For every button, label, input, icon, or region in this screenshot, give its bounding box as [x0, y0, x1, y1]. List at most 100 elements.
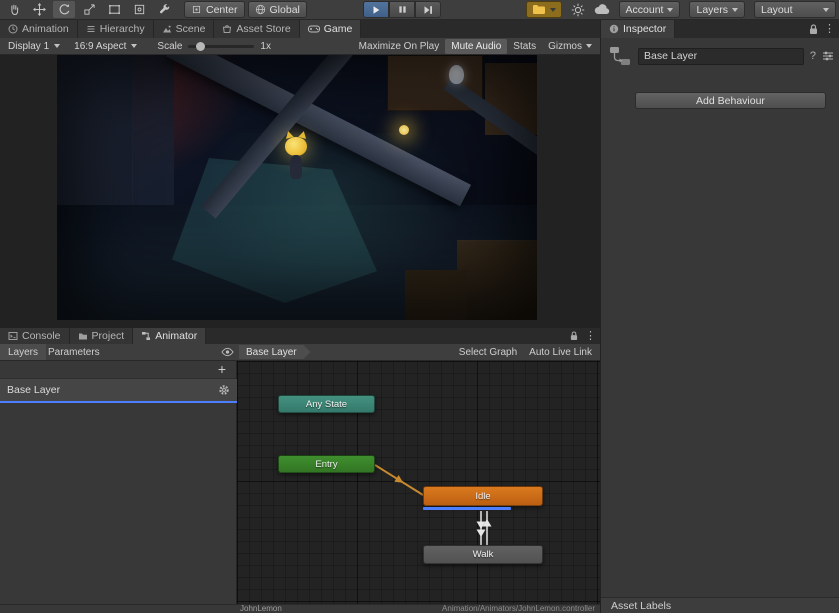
- presets-icon[interactable]: [822, 50, 834, 62]
- visibility-toggle[interactable]: [221, 347, 234, 357]
- scale-label: Scale: [157, 41, 182, 52]
- breadcrumb-label: Base Layer: [246, 347, 297, 358]
- layout-dropdown[interactable]: Layout: [754, 1, 836, 18]
- state-node-any-state-label: Any State: [306, 399, 347, 410]
- lock-icon[interactable]: [809, 24, 818, 35]
- mute-audio-button[interactable]: Mute Audio: [445, 39, 507, 54]
- help-icon[interactable]: ?: [810, 50, 816, 62]
- hand-tool-icon[interactable]: [3, 1, 25, 18]
- add-layer-button[interactable]: +: [214, 361, 230, 377]
- tab-asset-store-label: Asset Store: [236, 23, 290, 35]
- state-node-walk[interactable]: Walk: [423, 545, 543, 564]
- maximize-on-play-button[interactable]: Maximize On Play: [353, 39, 446, 54]
- account-dropdown[interactable]: Account: [619, 1, 681, 18]
- layers-pane-header: +: [0, 361, 236, 379]
- pivot-center-label: Center: [206, 4, 238, 16]
- global-local-button[interactable]: Global: [248, 1, 307, 18]
- layers-dropdown[interactable]: Layers: [689, 1, 745, 18]
- folder-icon: [78, 331, 88, 341]
- play-button[interactable]: [363, 1, 389, 18]
- pause-button[interactable]: [389, 1, 415, 18]
- gizmos-dropdown[interactable]: Gizmos: [542, 39, 598, 54]
- game-toolbar-left: Display 1 16:9 Aspect Scale 1x: [2, 38, 271, 54]
- scale-slider[interactable]: [188, 45, 254, 48]
- asset-labels-header[interactable]: Asset Labels: [601, 597, 839, 613]
- rect-tool-icon[interactable]: [103, 1, 125, 18]
- state-node-any-state[interactable]: Any State: [278, 395, 375, 413]
- inspector-panel: ? Add Behaviour Asset Labels: [600, 38, 839, 613]
- scene-crate: [457, 240, 537, 320]
- context-menu-icon[interactable]: ⋮: [824, 23, 835, 35]
- add-behaviour-label: Add Behaviour: [696, 95, 765, 107]
- step-button[interactable]: [415, 1, 441, 18]
- globe-icon: [255, 4, 266, 15]
- custom-tool-icon[interactable]: [153, 1, 175, 18]
- auto-live-link-label: Auto Live Link: [529, 347, 592, 358]
- progressive-lightmap-icon[interactable]: [571, 3, 585, 17]
- gizmos-label: Gizmos: [548, 41, 582, 52]
- layer-row-base-layer[interactable]: Base Layer: [0, 379, 237, 403]
- left-tab-strip: Animation Hierarchy Scene Asset Store Ga…: [0, 20, 600, 38]
- tab-hierarchy-label: Hierarchy: [100, 23, 145, 35]
- scale-tool-icon[interactable]: [78, 1, 100, 18]
- pivot-center-button[interactable]: Center: [184, 1, 245, 18]
- animator-lock-icon[interactable]: [570, 331, 578, 341]
- stats-button[interactable]: Stats: [507, 39, 542, 54]
- animator-parameters-tab[interactable]: Parameters: [40, 344, 108, 360]
- aspect-dropdown[interactable]: 16:9 Aspect: [68, 38, 143, 54]
- collab-caret-icon: [550, 8, 556, 12]
- breadcrumb[interactable]: Base Layer: [239, 345, 311, 359]
- scene-ghost: [449, 65, 464, 84]
- transform-tool-icon[interactable]: [128, 1, 150, 18]
- game-toolbar-right: Maximize On Play Mute Audio Stats Gizmos: [353, 38, 598, 54]
- scene-icon: [162, 24, 172, 34]
- scale-slider-knob[interactable]: [196, 42, 205, 51]
- collab-button[interactable]: [526, 1, 562, 18]
- tab-console[interactable]: Console: [0, 328, 70, 344]
- state-node-entry[interactable]: Entry: [278, 455, 375, 473]
- auto-live-link-button[interactable]: Auto Live Link: [523, 345, 598, 360]
- stats-label: Stats: [513, 41, 536, 52]
- play-icon: [371, 5, 381, 15]
- layer-name-field[interactable]: [638, 48, 804, 65]
- tool-buttons: Center Global: [3, 1, 307, 18]
- move-tool-icon[interactable]: [28, 1, 50, 18]
- tab-hierarchy[interactable]: Hierarchy: [78, 20, 154, 38]
- tab-project-label: Project: [92, 330, 125, 342]
- animator-icon: [141, 331, 151, 341]
- playback-controls: [363, 1, 441, 18]
- tab-animation[interactable]: Animation: [0, 20, 78, 38]
- character-head: [285, 137, 307, 156]
- console-icon: [8, 331, 18, 341]
- layer-settings-gear-icon[interactable]: [218, 384, 230, 396]
- asset-store-icon: [222, 24, 232, 34]
- tab-game[interactable]: Game: [300, 20, 362, 38]
- add-behaviour-button[interactable]: Add Behaviour: [635, 92, 826, 109]
- tab-project[interactable]: Project: [70, 328, 134, 344]
- layout-label: Layout: [761, 4, 793, 16]
- tab-animator[interactable]: Animator: [133, 328, 206, 344]
- collab-folder-icon: [532, 4, 546, 15]
- state-node-idle[interactable]: Idle: [423, 486, 543, 506]
- animator-graph[interactable]: Any State Entry Idle Walk: [237, 361, 600, 604]
- select-graph-button[interactable]: Select Graph: [453, 345, 523, 360]
- cloud-services-icon[interactable]: [594, 4, 610, 15]
- list-icon: [86, 24, 96, 34]
- rotate-tool-icon[interactable]: [53, 1, 75, 18]
- step-icon: [423, 5, 433, 15]
- display-dropdown[interactable]: Display 1: [2, 38, 66, 54]
- inspector-name-row: ?: [608, 43, 834, 69]
- inspector-strip-icons: ⋮: [809, 23, 835, 35]
- tab-inspector[interactable]: Inspector: [601, 20, 675, 38]
- state-node-idle-label: Idle: [475, 491, 490, 502]
- scale-control: Scale 1x: [157, 41, 271, 52]
- tab-animator-label: Animator: [155, 330, 197, 342]
- animator-layers-pane: + Base Layer: [0, 361, 237, 604]
- tab-scene[interactable]: Scene: [154, 20, 215, 38]
- display-label: Display 1: [8, 41, 49, 52]
- tab-asset-store[interactable]: Asset Store: [214, 20, 299, 38]
- animator-parameters-tab-label: Parameters: [48, 347, 100, 358]
- animator-menu-icon[interactable]: ⋮: [585, 330, 596, 342]
- layout-caret-icon: [823, 8, 829, 12]
- game-viewport[interactable]: [57, 55, 537, 320]
